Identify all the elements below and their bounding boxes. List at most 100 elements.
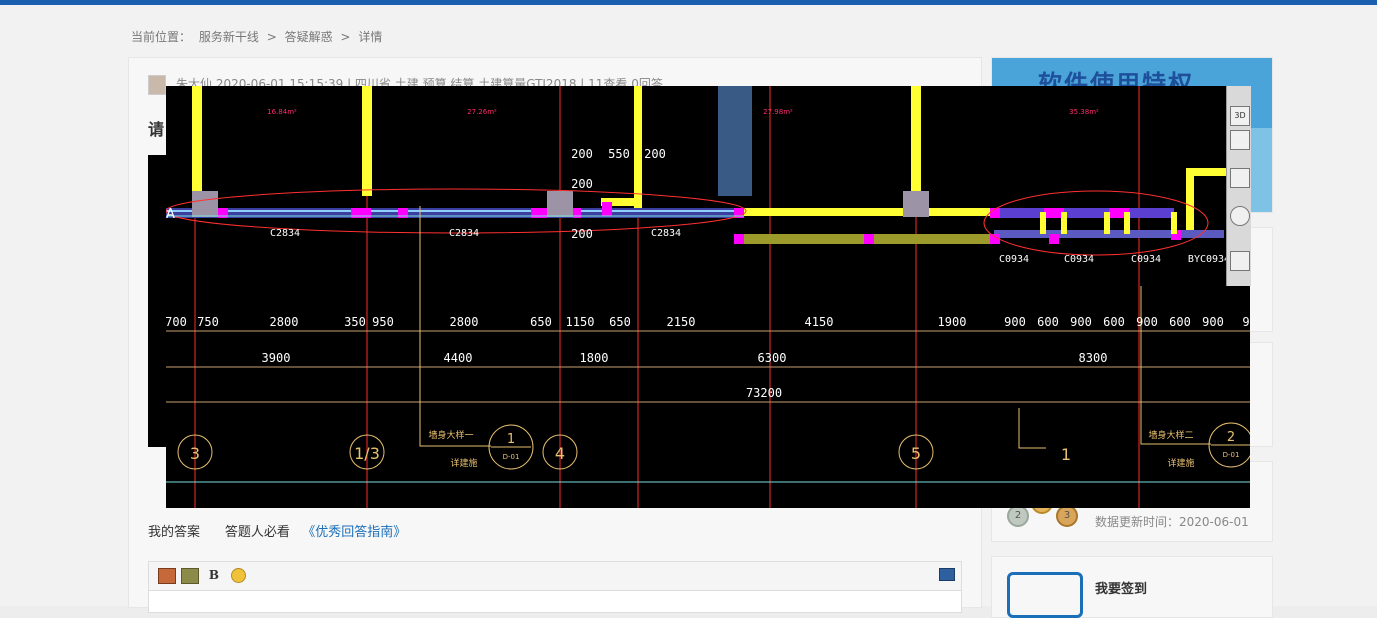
top-dimension: 200 bbox=[571, 177, 593, 191]
wall bbox=[1104, 212, 1110, 234]
emoji-icon[interactable] bbox=[231, 568, 246, 583]
dimension-text: 1900 bbox=[938, 315, 967, 329]
dimension-text: 750 bbox=[197, 315, 219, 329]
dimension-text: 6300 bbox=[758, 351, 787, 365]
column bbox=[903, 191, 929, 217]
breadcrumb-item-service[interactable]: 服务新干线 bbox=[199, 30, 259, 44]
breadcrumb: 当前位置： 服务新干线 > 答疑解惑 > 详情 bbox=[131, 28, 386, 45]
dimension-text: 350 bbox=[344, 315, 366, 329]
wall bbox=[1186, 168, 1194, 238]
wall bbox=[192, 86, 202, 196]
rank-medal-icon: 3 bbox=[1056, 505, 1078, 527]
window-band bbox=[994, 208, 1174, 218]
callout-line bbox=[1018, 408, 1046, 449]
detail-sheet: D-01 bbox=[503, 453, 520, 461]
answer-guide-link[interactable]: 《优秀回答指南》 bbox=[302, 525, 406, 540]
wall bbox=[362, 86, 372, 196]
cad-image-viewer[interactable]: 3 1/3 4 5 1 1 D-01 2 D-01 墙身大样一 详建施 墙身大样… bbox=[166, 86, 1250, 508]
breadcrumb-separator: > bbox=[340, 30, 351, 44]
gallery-icon[interactable] bbox=[181, 568, 199, 584]
dimension-text: 650 bbox=[609, 315, 631, 329]
marker bbox=[864, 234, 874, 244]
detail-caption: 详建施 bbox=[450, 457, 477, 469]
axis-label: A bbox=[166, 207, 175, 222]
wall bbox=[744, 208, 994, 216]
dimension-text: 700 bbox=[166, 315, 187, 329]
detail-caption: 详建施 bbox=[1167, 457, 1194, 469]
question-title: 请 bbox=[148, 120, 165, 139]
answer-editor[interactable]: B bbox=[148, 561, 962, 613]
my-answer-label: 我的答案 bbox=[148, 525, 201, 540]
breadcrumb-item-qa[interactable]: 答疑解惑 bbox=[285, 30, 333, 44]
image-left-edge bbox=[148, 155, 166, 447]
window-label: C0934 bbox=[1064, 254, 1094, 265]
room-area: 35.38m² bbox=[1069, 108, 1099, 116]
marker bbox=[1049, 234, 1059, 244]
dimension-text: 650 bbox=[530, 315, 552, 329]
wall bbox=[1040, 212, 1046, 234]
wall bbox=[1061, 212, 1067, 234]
checkin-button[interactable]: 我要签到 bbox=[1095, 578, 1147, 597]
view-front-button[interactable] bbox=[1230, 130, 1250, 150]
column bbox=[192, 191, 218, 217]
corner-label: 1 bbox=[1061, 445, 1071, 464]
top-dimension: 550 bbox=[608, 147, 630, 161]
cad-drawing: 3 1/3 4 5 1 1 D-01 2 D-01 墙身大样一 详建施 墙身大样… bbox=[166, 86, 1250, 508]
must-read-label: 答题人必看 bbox=[224, 525, 290, 540]
dimension-text: 600 bbox=[1103, 315, 1125, 329]
room-area: 16.84m² bbox=[267, 108, 297, 116]
window-label: C2834 bbox=[449, 228, 479, 239]
wall bbox=[634, 86, 642, 211]
room-area: 27.98m² bbox=[763, 108, 793, 116]
editor-toolbar: B bbox=[149, 562, 961, 591]
window-label: C2834 bbox=[651, 228, 681, 239]
callout-line bbox=[1140, 286, 1211, 445]
dimension-text: 4400 bbox=[444, 351, 473, 365]
view-navigation-bar: 3D bbox=[1226, 86, 1251, 286]
breadcrumb-separator: > bbox=[266, 30, 277, 44]
dimension-text: 3900 bbox=[262, 351, 291, 365]
view-cube-button[interactable] bbox=[1230, 168, 1250, 188]
wall bbox=[1171, 212, 1177, 234]
wall bbox=[911, 86, 921, 196]
view-3d-button[interactable]: 3D bbox=[1230, 106, 1250, 126]
calendar-icon[interactable] bbox=[1007, 572, 1083, 618]
window-label: C2834 bbox=[270, 228, 300, 239]
top-dimension: 200 bbox=[571, 227, 593, 241]
dimension-text: 950 bbox=[372, 315, 394, 329]
window-label: BYC0934 bbox=[1188, 254, 1230, 265]
detail-caption: 墙身大样一 bbox=[428, 429, 473, 441]
dimension-text: 73200 bbox=[746, 386, 782, 400]
wall bbox=[1186, 168, 1226, 176]
avatar[interactable] bbox=[148, 75, 166, 95]
rank-medal-icon: 2 bbox=[1007, 505, 1029, 527]
dimension-text: 2800 bbox=[450, 315, 479, 329]
breadcrumb-prefix: 当前位置： bbox=[131, 30, 192, 44]
wall bbox=[1124, 212, 1130, 234]
grid-label: 4 bbox=[555, 444, 565, 463]
breadcrumb-item-detail: 详情 bbox=[358, 30, 383, 44]
layout-button[interactable] bbox=[1230, 251, 1250, 271]
data-updated-time: 数据更新时间：2020-06-01 bbox=[1095, 515, 1249, 529]
top-dimension: 200 bbox=[644, 147, 666, 161]
detail-number: 1 bbox=[507, 432, 515, 447]
answer-header: 我的答案 答题人必看 《优秀回答指南》 bbox=[148, 521, 406, 540]
screenshot-icon[interactable] bbox=[939, 568, 955, 581]
detail-sheet: D-01 bbox=[1223, 451, 1240, 459]
detail-caption: 墙身大样二 bbox=[1148, 429, 1193, 441]
image-icon[interactable] bbox=[158, 568, 176, 584]
dimension-text: 2150 bbox=[667, 315, 696, 329]
room-area: 27.26m² bbox=[467, 108, 497, 116]
dimension-text: 600 bbox=[1169, 315, 1191, 329]
dimension-text: 900 bbox=[1004, 315, 1026, 329]
marker bbox=[602, 202, 612, 216]
dimension-text: 900 bbox=[1136, 315, 1158, 329]
grid-label: 5 bbox=[911, 444, 921, 463]
marker bbox=[734, 234, 744, 244]
orbit-button[interactable] bbox=[1230, 206, 1250, 226]
bold-icon[interactable]: B bbox=[206, 568, 222, 582]
grid-label: 1/3 bbox=[354, 444, 380, 463]
dimension-text: 900 bbox=[1202, 315, 1224, 329]
dimension-text: 1150 bbox=[566, 315, 595, 329]
dimension-text: 600 bbox=[1037, 315, 1059, 329]
